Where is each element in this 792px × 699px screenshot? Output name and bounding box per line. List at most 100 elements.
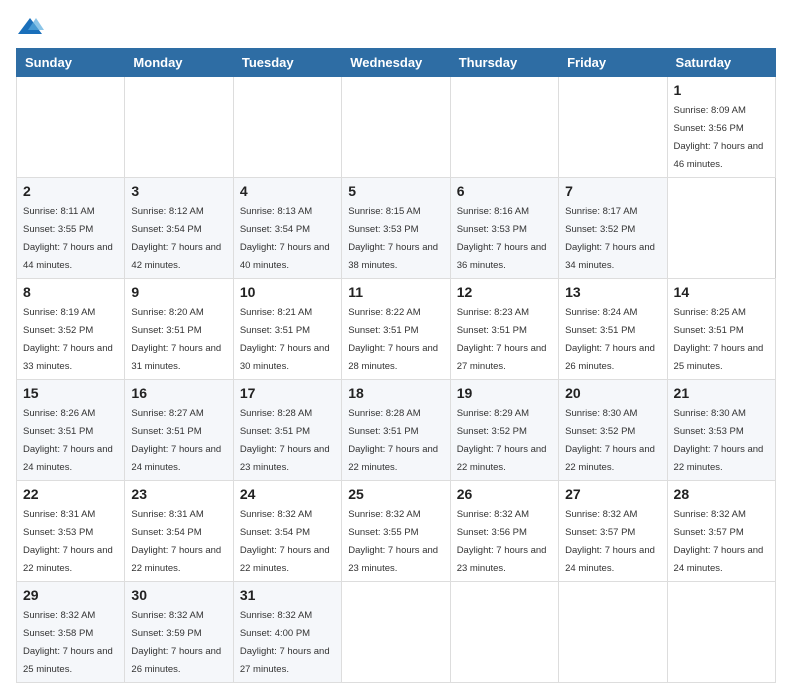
day-number: 19 (457, 385, 552, 401)
calendar-week-row: 29 Sunrise: 8:32 AMSunset: 3:58 PMDayligh… (17, 582, 776, 683)
day-cell: 7 Sunrise: 8:17 AMSunset: 3:52 PMDaylight… (559, 178, 667, 279)
day-info: Sunrise: 8:32 AMSunset: 3:54 PMDaylight:… (240, 509, 330, 574)
calendar: SundayMondayTuesdayWednesdayThursdayFrid… (16, 48, 776, 683)
day-info: Sunrise: 8:21 AMSunset: 3:51 PMDaylight:… (240, 307, 330, 372)
calendar-header-row: SundayMondayTuesdayWednesdayThursdayFrid… (17, 49, 776, 77)
day-cell: 25Sunrise: 8:32 AMSunset: 3:55 PMDayligh… (342, 481, 450, 582)
empty-day-cell (233, 77, 341, 178)
day-of-week-header: Thursday (450, 49, 558, 77)
day-of-week-header: Friday (559, 49, 667, 77)
day-cell: 9 Sunrise: 8:20 AMSunset: 3:51 PMDaylight… (125, 279, 233, 380)
day-info: Sunrise: 8:31 AMSunset: 3:54 PMDaylight:… (131, 509, 221, 574)
day-number: 5 (348, 183, 443, 199)
day-info: Sunrise: 8:30 AMSunset: 3:52 PMDaylight:… (565, 408, 655, 473)
day-info: Sunrise: 8:29 AMSunset: 3:52 PMDaylight:… (457, 408, 547, 473)
day-cell: 2Sunrise: 8:11 AMSunset: 3:55 PMDaylight… (17, 178, 125, 279)
empty-day-cell (342, 77, 450, 178)
day-cell: 4 Sunrise: 8:13 AMSunset: 3:54 PMDaylight… (233, 178, 341, 279)
day-info: Sunrise: 8:28 AMSunset: 3:51 PMDaylight:… (240, 408, 330, 473)
day-of-week-header: Saturday (667, 49, 775, 77)
day-info: Sunrise: 8:16 AMSunset: 3:53 PMDaylight:… (457, 206, 547, 271)
day-cell: 21 Sunrise: 8:30 AMSunset: 3:53 PMDayligh… (667, 380, 775, 481)
day-info: Sunrise: 8:32 AMSunset: 3:59 PMDaylight:… (131, 610, 221, 675)
day-cell: 10 Sunrise: 8:21 AMSunset: 3:51 PMDayligh… (233, 279, 341, 380)
day-number: 30 (131, 587, 226, 603)
day-cell: 8Sunrise: 8:19 AMSunset: 3:52 PMDaylight… (17, 279, 125, 380)
day-number: 9 (131, 284, 226, 300)
day-cell: 13 Sunrise: 8:24 AMSunset: 3:51 PMDayligh… (559, 279, 667, 380)
day-info: Sunrise: 8:17 AMSunset: 3:52 PMDaylight:… (565, 206, 655, 271)
day-of-week-header: Sunday (17, 49, 125, 77)
day-cell: 5Sunrise: 8:15 AMSunset: 3:53 PMDaylight… (342, 178, 450, 279)
day-number: 24 (240, 486, 335, 502)
day-number: 13 (565, 284, 660, 300)
day-info: Sunrise: 8:32 AMSunset: 3:58 PMDaylight:… (23, 610, 113, 675)
day-info: Sunrise: 8:12 AMSunset: 3:54 PMDaylight:… (131, 206, 221, 271)
day-number: 12 (457, 284, 552, 300)
calendar-week-row: 8Sunrise: 8:19 AMSunset: 3:52 PMDaylight… (17, 279, 776, 380)
empty-day-cell (17, 77, 125, 178)
header (16, 16, 776, 38)
day-number: 14 (674, 284, 769, 300)
day-info: Sunrise: 8:23 AMSunset: 3:51 PMDaylight:… (457, 307, 547, 372)
day-cell: 3Sunrise: 8:12 AMSunset: 3:54 PMDaylight… (125, 178, 233, 279)
empty-day-cell (559, 582, 667, 683)
day-number: 16 (131, 385, 226, 401)
day-cell: 19 Sunrise: 8:29 AMSunset: 3:52 PMDayligh… (450, 380, 558, 481)
empty-day-cell (559, 77, 667, 178)
day-number: 7 (565, 183, 660, 199)
logo-icon (16, 16, 44, 38)
calendar-week-row: 2Sunrise: 8:11 AMSunset: 3:55 PMDaylight… (17, 178, 776, 279)
day-info: Sunrise: 8:09 AMSunset: 3:56 PMDaylight:… (674, 105, 764, 170)
empty-day-cell (125, 77, 233, 178)
day-number: 4 (240, 183, 335, 199)
day-number: 22 (23, 486, 118, 502)
day-cell: 23 Sunrise: 8:31 AMSunset: 3:54 PMDayligh… (125, 481, 233, 582)
day-info: Sunrise: 8:20 AMSunset: 3:51 PMDaylight:… (131, 307, 221, 372)
day-cell: 26Sunrise: 8:32 AMSunset: 3:56 PMDayligh… (450, 481, 558, 582)
day-cell: 14Sunrise: 8:25 AMSunset: 3:51 PMDayligh… (667, 279, 775, 380)
day-cell: 24 Sunrise: 8:32 AMSunset: 3:54 PMDayligh… (233, 481, 341, 582)
day-cell: 30 Sunrise: 8:32 AMSunset: 3:59 PMDayligh… (125, 582, 233, 683)
day-number: 11 (348, 284, 443, 300)
day-number: 1 (674, 82, 769, 98)
day-number: 26 (457, 486, 552, 502)
day-cell: 27Sunrise: 8:32 AMSunset: 3:57 PMDayligh… (559, 481, 667, 582)
day-number: 2 (23, 183, 118, 199)
day-info: Sunrise: 8:26 AMSunset: 3:51 PMDaylight:… (23, 408, 113, 473)
day-number: 25 (348, 486, 443, 502)
day-cell: 15 Sunrise: 8:26 AMSunset: 3:51 PMDayligh… (17, 380, 125, 481)
day-info: Sunrise: 8:30 AMSunset: 3:53 PMDaylight:… (674, 408, 764, 473)
day-cell: 1 Sunrise: 8:09 AMSunset: 3:56 PMDaylight… (667, 77, 775, 178)
day-info: Sunrise: 8:27 AMSunset: 3:51 PMDaylight:… (131, 408, 221, 473)
day-number: 15 (23, 385, 118, 401)
day-info: Sunrise: 8:31 AMSunset: 3:53 PMDaylight:… (23, 509, 113, 574)
day-cell: 22 Sunrise: 8:31 AMSunset: 3:53 PMDayligh… (17, 481, 125, 582)
day-cell: 12 Sunrise: 8:23 AMSunset: 3:51 PMDayligh… (450, 279, 558, 380)
day-number: 21 (674, 385, 769, 401)
day-info: Sunrise: 8:32 AMSunset: 3:57 PMDaylight:… (565, 509, 655, 574)
day-info: Sunrise: 8:24 AMSunset: 3:51 PMDaylight:… (565, 307, 655, 372)
empty-day-cell (450, 582, 558, 683)
day-info: Sunrise: 8:19 AMSunset: 3:52 PMDaylight:… (23, 307, 113, 372)
logo (16, 16, 48, 38)
empty-day-cell (450, 77, 558, 178)
day-number: 23 (131, 486, 226, 502)
day-of-week-header: Monday (125, 49, 233, 77)
day-info: Sunrise: 8:32 AMSunset: 4:00 PMDaylight:… (240, 610, 330, 675)
day-number: 28 (674, 486, 769, 502)
day-cell: 17Sunrise: 8:28 AMSunset: 3:51 PMDayligh… (233, 380, 341, 481)
day-cell: 20 Sunrise: 8:30 AMSunset: 3:52 PMDayligh… (559, 380, 667, 481)
day-info: Sunrise: 8:13 AMSunset: 3:54 PMDaylight:… (240, 206, 330, 271)
day-cell: 6Sunrise: 8:16 AMSunset: 3:53 PMDaylight… (450, 178, 558, 279)
empty-day-cell (342, 582, 450, 683)
calendar-week-row: 22 Sunrise: 8:31 AMSunset: 3:53 PMDayligh… (17, 481, 776, 582)
day-cell: 28 Sunrise: 8:32 AMSunset: 3:57 PMDayligh… (667, 481, 775, 582)
day-info: Sunrise: 8:28 AMSunset: 3:51 PMDaylight:… (348, 408, 438, 473)
day-info: Sunrise: 8:32 AMSunset: 3:57 PMDaylight:… (674, 509, 764, 574)
day-info: Sunrise: 8:22 AMSunset: 3:51 PMDaylight:… (348, 307, 438, 372)
day-number: 29 (23, 587, 118, 603)
day-number: 10 (240, 284, 335, 300)
day-number: 20 (565, 385, 660, 401)
day-cell: 18Sunrise: 8:28 AMSunset: 3:51 PMDayligh… (342, 380, 450, 481)
